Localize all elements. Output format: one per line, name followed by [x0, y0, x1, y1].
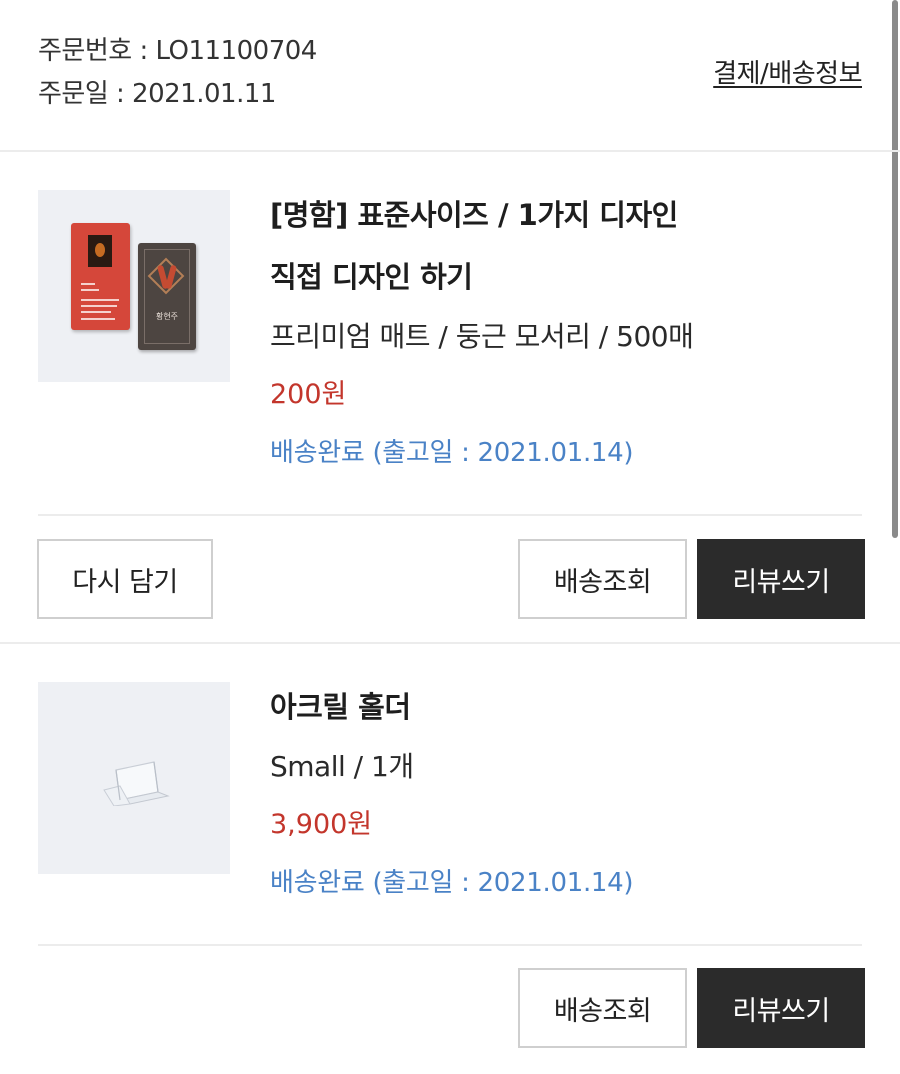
item-price: 200원: [270, 379, 347, 410]
delivery-status: 배송완료 (출고일 : 2021.01.14): [270, 438, 634, 468]
item-info: [명함] 표준사이즈 / 1가지 디자인 직접 디자인 하기 프리미엄 매트 /…: [270, 184, 694, 482]
item-option: Small / 1개: [270, 750, 414, 783]
item-option: 프리미엄 매트 / 둥근 모서리 / 500매: [270, 320, 694, 353]
business-card-front-image: [71, 223, 130, 330]
card-back-text: 황현주: [155, 312, 179, 321]
write-review-button[interactable]: 리뷰쓰기: [697, 539, 865, 619]
payment-shipping-info-link[interactable]: 결제/배송정보: [713, 53, 862, 90]
track-delivery-button[interactable]: 배송조회: [518, 968, 687, 1048]
delivery-status: 배송완료 (출고일 : 2021.01.14): [270, 868, 634, 898]
order-item: 아크릴 홀더 Small / 1개 3,900원 배송완료 (출고일 : 202…: [0, 644, 900, 1074]
order-item: 황현주 [명함] 표준사이즈 / 1가지 디자인 직접 디자인 하기 프리미엄 …: [0, 152, 900, 644]
item-title-sub[interactable]: 직접 디자인 하기: [270, 246, 693, 308]
acrylic-holder-thumbnail[interactable]: [38, 682, 230, 874]
acrylic-holder-image: [103, 761, 170, 806]
track-delivery-button[interactable]: 배송조회: [518, 539, 687, 619]
item-title[interactable]: [명함] 표준사이즈 / 1가지 디자인: [270, 184, 693, 246]
add-to-cart-again-button[interactable]: 다시 담기: [37, 539, 213, 619]
divider: [38, 944, 862, 946]
business-card-back-image: 황현주: [138, 243, 196, 350]
business-card-thumbnail[interactable]: 황현주: [38, 190, 230, 382]
order-number: 주문번호 : LO11100704: [38, 36, 317, 66]
write-review-button[interactable]: 리뷰쓰기: [697, 968, 865, 1048]
item-price: 3,900원: [270, 809, 373, 840]
item-info: 아크릴 홀더 Small / 1개 3,900원 배송완료 (출고일 : 202…: [270, 676, 634, 912]
order-date: 주문일 : 2021.01.11: [38, 79, 276, 109]
order-header: 주문번호 : LO11100704 주문일 : 2021.01.11 결제/배송…: [0, 0, 900, 152]
divider: [38, 514, 862, 516]
item-title[interactable]: 아크릴 홀더: [270, 676, 633, 738]
